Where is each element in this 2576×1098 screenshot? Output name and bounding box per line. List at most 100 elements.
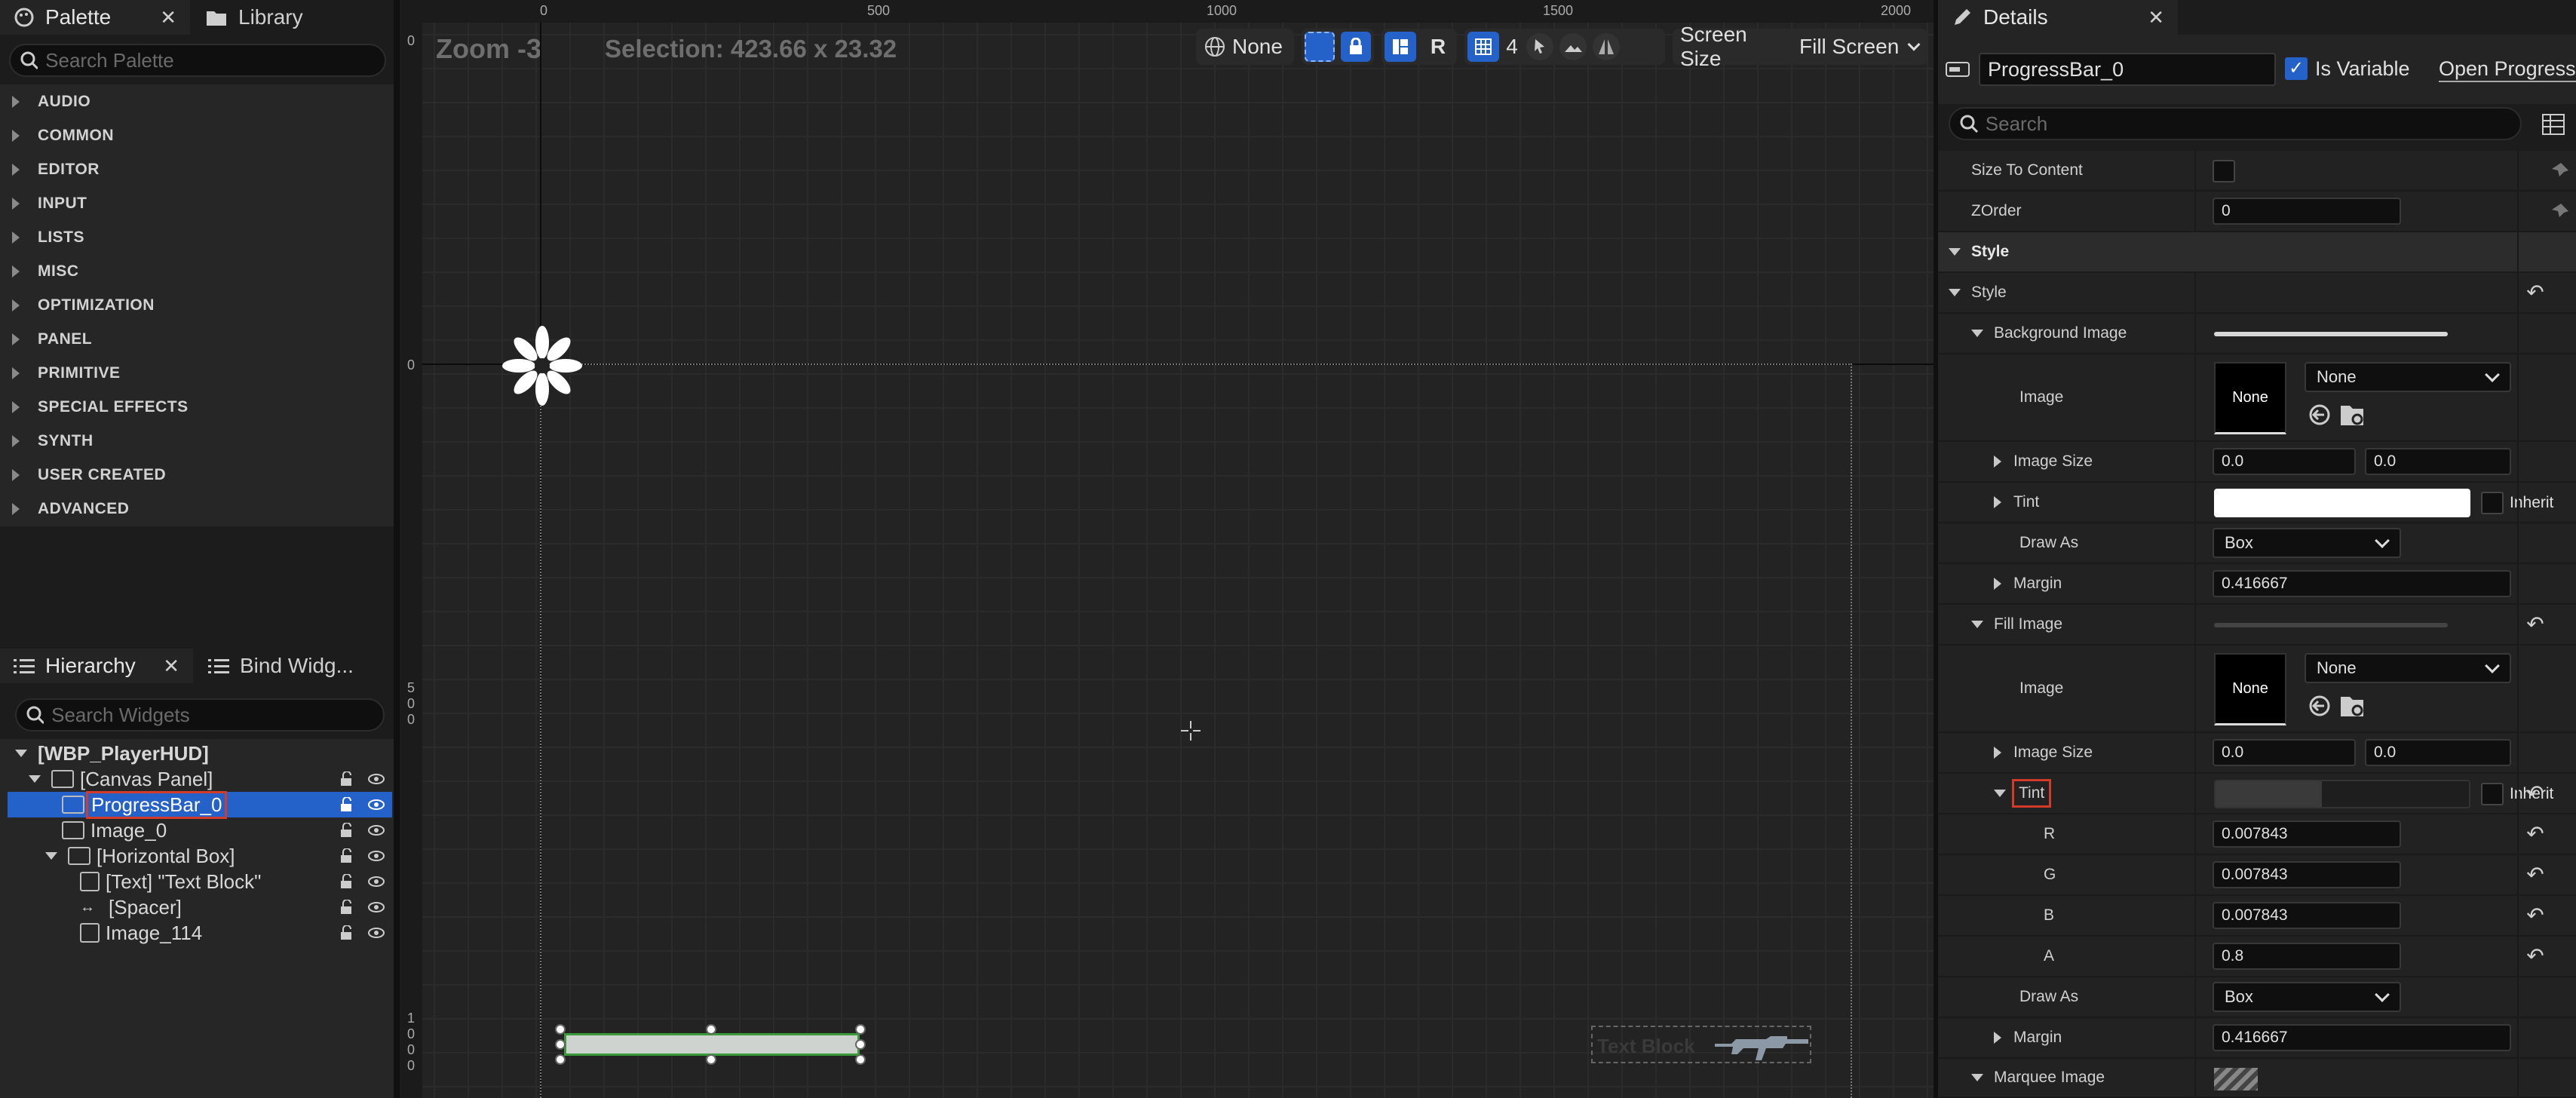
palette-search[interactable]: [9, 44, 386, 77]
tint-b-field[interactable]: 0.007843: [2213, 902, 2401, 929]
grid-size-value[interactable]: 4: [1502, 35, 1522, 59]
reset-icon[interactable]: ↶: [2525, 824, 2546, 845]
reset-icon[interactable]: ↶: [2525, 614, 2546, 635]
text-block-widget[interactable]: Text Block: [1597, 1035, 1695, 1058]
anchor-icon[interactable]: [493, 317, 591, 415]
tree-item-progressbar[interactable]: ProgressBar_0: [8, 790, 392, 819]
details-search[interactable]: [1949, 107, 2522, 140]
resize-handle[interactable]: [555, 1039, 566, 1050]
fill-image-dropdown[interactable]: None: [2305, 653, 2511, 683]
close-icon[interactable]: ✕: [2148, 6, 2164, 29]
pin-icon[interactable]: [2550, 161, 2571, 181]
marquee-select-icon[interactable]: [1305, 32, 1336, 62]
respect-locks-label[interactable]: R: [1422, 35, 1454, 59]
use-selected-icon[interactable]: [2308, 694, 2332, 718]
category-common[interactable]: COMMON: [0, 118, 392, 152]
lock-icon[interactable]: [339, 771, 356, 787]
inherit-checkbox[interactable]: [2481, 492, 2504, 514]
tree-item-image-114[interactable]: Image_114: [8, 920, 392, 946]
margin-field[interactable]: 0.416667: [2213, 570, 2511, 597]
eye-icon[interactable]: [368, 874, 385, 889]
category-panel[interactable]: PANEL: [0, 322, 392, 356]
tint-g-field[interactable]: 0.007843: [2213, 861, 2401, 888]
expand-icon[interactable]: [15, 750, 27, 757]
layout-toggle[interactable]: [1385, 32, 1416, 62]
section-style[interactable]: Style: [1938, 232, 2576, 273]
category-user-created[interactable]: USER CREATED: [0, 458, 392, 492]
category-lists[interactable]: LISTS: [0, 220, 392, 254]
close-icon[interactable]: ✕: [160, 6, 176, 29]
image-size-x-field[interactable]: 0.0: [2213, 448, 2356, 475]
eye-icon[interactable]: [368, 823, 385, 838]
image-size-y-field[interactable]: 0.0: [2365, 448, 2511, 475]
eye-icon[interactable]: [368, 771, 385, 787]
reset-icon[interactable]: ↶: [2525, 864, 2546, 885]
widget-name-field[interactable]: ProgressBar_0: [1979, 53, 2276, 86]
lock-icon[interactable]: [339, 874, 356, 889]
reset-icon[interactable]: ↶: [2525, 282, 2546, 303]
pin-icon[interactable]: [2550, 202, 2571, 222]
palette-tab[interactable]: Palette ✕: [0, 0, 190, 35]
category-input[interactable]: INPUT: [0, 186, 392, 220]
category-audio[interactable]: AUDIO: [0, 84, 392, 118]
tint-color-swatch[interactable]: [2214, 489, 2470, 517]
category-advanced[interactable]: ADVANCED: [0, 492, 392, 526]
palette-search-input[interactable]: [45, 48, 385, 72]
category-special-effects[interactable]: SPECIAL EFFECTS: [0, 390, 392, 424]
cursor-icon[interactable]: [1525, 32, 1555, 62]
close-icon[interactable]: ✕: [163, 655, 179, 678]
details-tab[interactable]: Details ✕: [1938, 0, 2178, 35]
draw-as-dropdown[interactable]: Box: [2213, 982, 2401, 1012]
grid-snap-toggle[interactable]: [1467, 32, 1499, 62]
browse-icon[interactable]: [2339, 403, 2366, 427]
progress-bar-widget[interactable]: [564, 1033, 860, 1056]
expand-icon[interactable]: [29, 775, 41, 783]
tint-color-swatch[interactable]: [2214, 780, 2470, 808]
resize-handle[interactable]: [855, 1024, 866, 1035]
is-variable-checkbox[interactable]: ✓: [2285, 57, 2308, 80]
category-optimization[interactable]: OPTIMIZATION: [0, 288, 392, 322]
inherit-checkbox[interactable]: [2481, 783, 2504, 805]
tint-a-field[interactable]: 0.8: [2213, 943, 2401, 970]
rifle-icon[interactable]: [1713, 1029, 1810, 1063]
eye-icon[interactable]: [368, 900, 385, 915]
tree-item-image-0[interactable]: Image_0: [8, 817, 392, 843]
category-primitive[interactable]: PRIMITIVE: [0, 356, 392, 390]
flip-icon[interactable]: [1591, 32, 1621, 62]
resize-handle[interactable]: [706, 1024, 716, 1035]
lock-icon[interactable]: [339, 823, 356, 838]
bind-widgets-tab[interactable]: Bind Widg...: [195, 649, 394, 683]
browse-icon[interactable]: [2339, 694, 2366, 718]
zorder-field[interactable]: 0: [2213, 198, 2401, 225]
draw-as-dropdown[interactable]: Box: [2213, 528, 2401, 558]
bg-image-dropdown[interactable]: None: [2305, 362, 2511, 392]
tree-root[interactable]: [WBP_PlayerHUD]: [8, 741, 392, 766]
designer-viewport[interactable]: 0 500 1000 1500 2000 0 0 5 0 0 1 0 0 0 Z…: [400, 0, 1934, 1098]
tree-item-spacer[interactable]: ↔ [Spacer]: [8, 894, 392, 920]
lock-icon[interactable]: [339, 797, 356, 812]
resize-handle[interactable]: [555, 1054, 566, 1065]
use-selected-icon[interactable]: [2308, 403, 2332, 427]
eye-icon[interactable]: [368, 797, 385, 812]
open-progressbar-link[interactable]: Open Progress: [2439, 57, 2576, 82]
background-icon[interactable]: [1558, 32, 1588, 62]
horizontal-box-widget[interactable]: Text Block: [1591, 1026, 1811, 1063]
tint-r-field[interactable]: 0.007843: [2213, 820, 2401, 848]
tree-item-text-block[interactable]: [Text] "Text Block": [8, 869, 392, 894]
resize-handle[interactable]: [706, 1054, 716, 1065]
widget-search-input[interactable]: [51, 703, 383, 727]
resize-handle[interactable]: [855, 1054, 866, 1065]
lock-toggle[interactable]: [1341, 32, 1371, 62]
image-size-x-field[interactable]: 0.0: [2213, 739, 2356, 766]
hierarchy-tab[interactable]: Hierarchy ✕: [0, 649, 193, 683]
category-synth[interactable]: SYNTH: [0, 424, 392, 458]
tree-item-canvas-panel[interactable]: [Canvas Panel]: [8, 766, 392, 792]
reset-icon[interactable]: ↶: [2525, 946, 2546, 967]
expand-icon[interactable]: [45, 852, 57, 860]
category-misc[interactable]: MISC: [0, 254, 392, 288]
panel-splitter[interactable]: [394, 0, 400, 1098]
margin-field[interactable]: 0.416667: [2213, 1024, 2511, 1051]
tree-item-horizontal-box[interactable]: [Horizontal Box]: [8, 843, 392, 869]
reset-icon[interactable]: ↶: [2525, 905, 2546, 926]
table-view-icon[interactable]: [2541, 113, 2565, 136]
